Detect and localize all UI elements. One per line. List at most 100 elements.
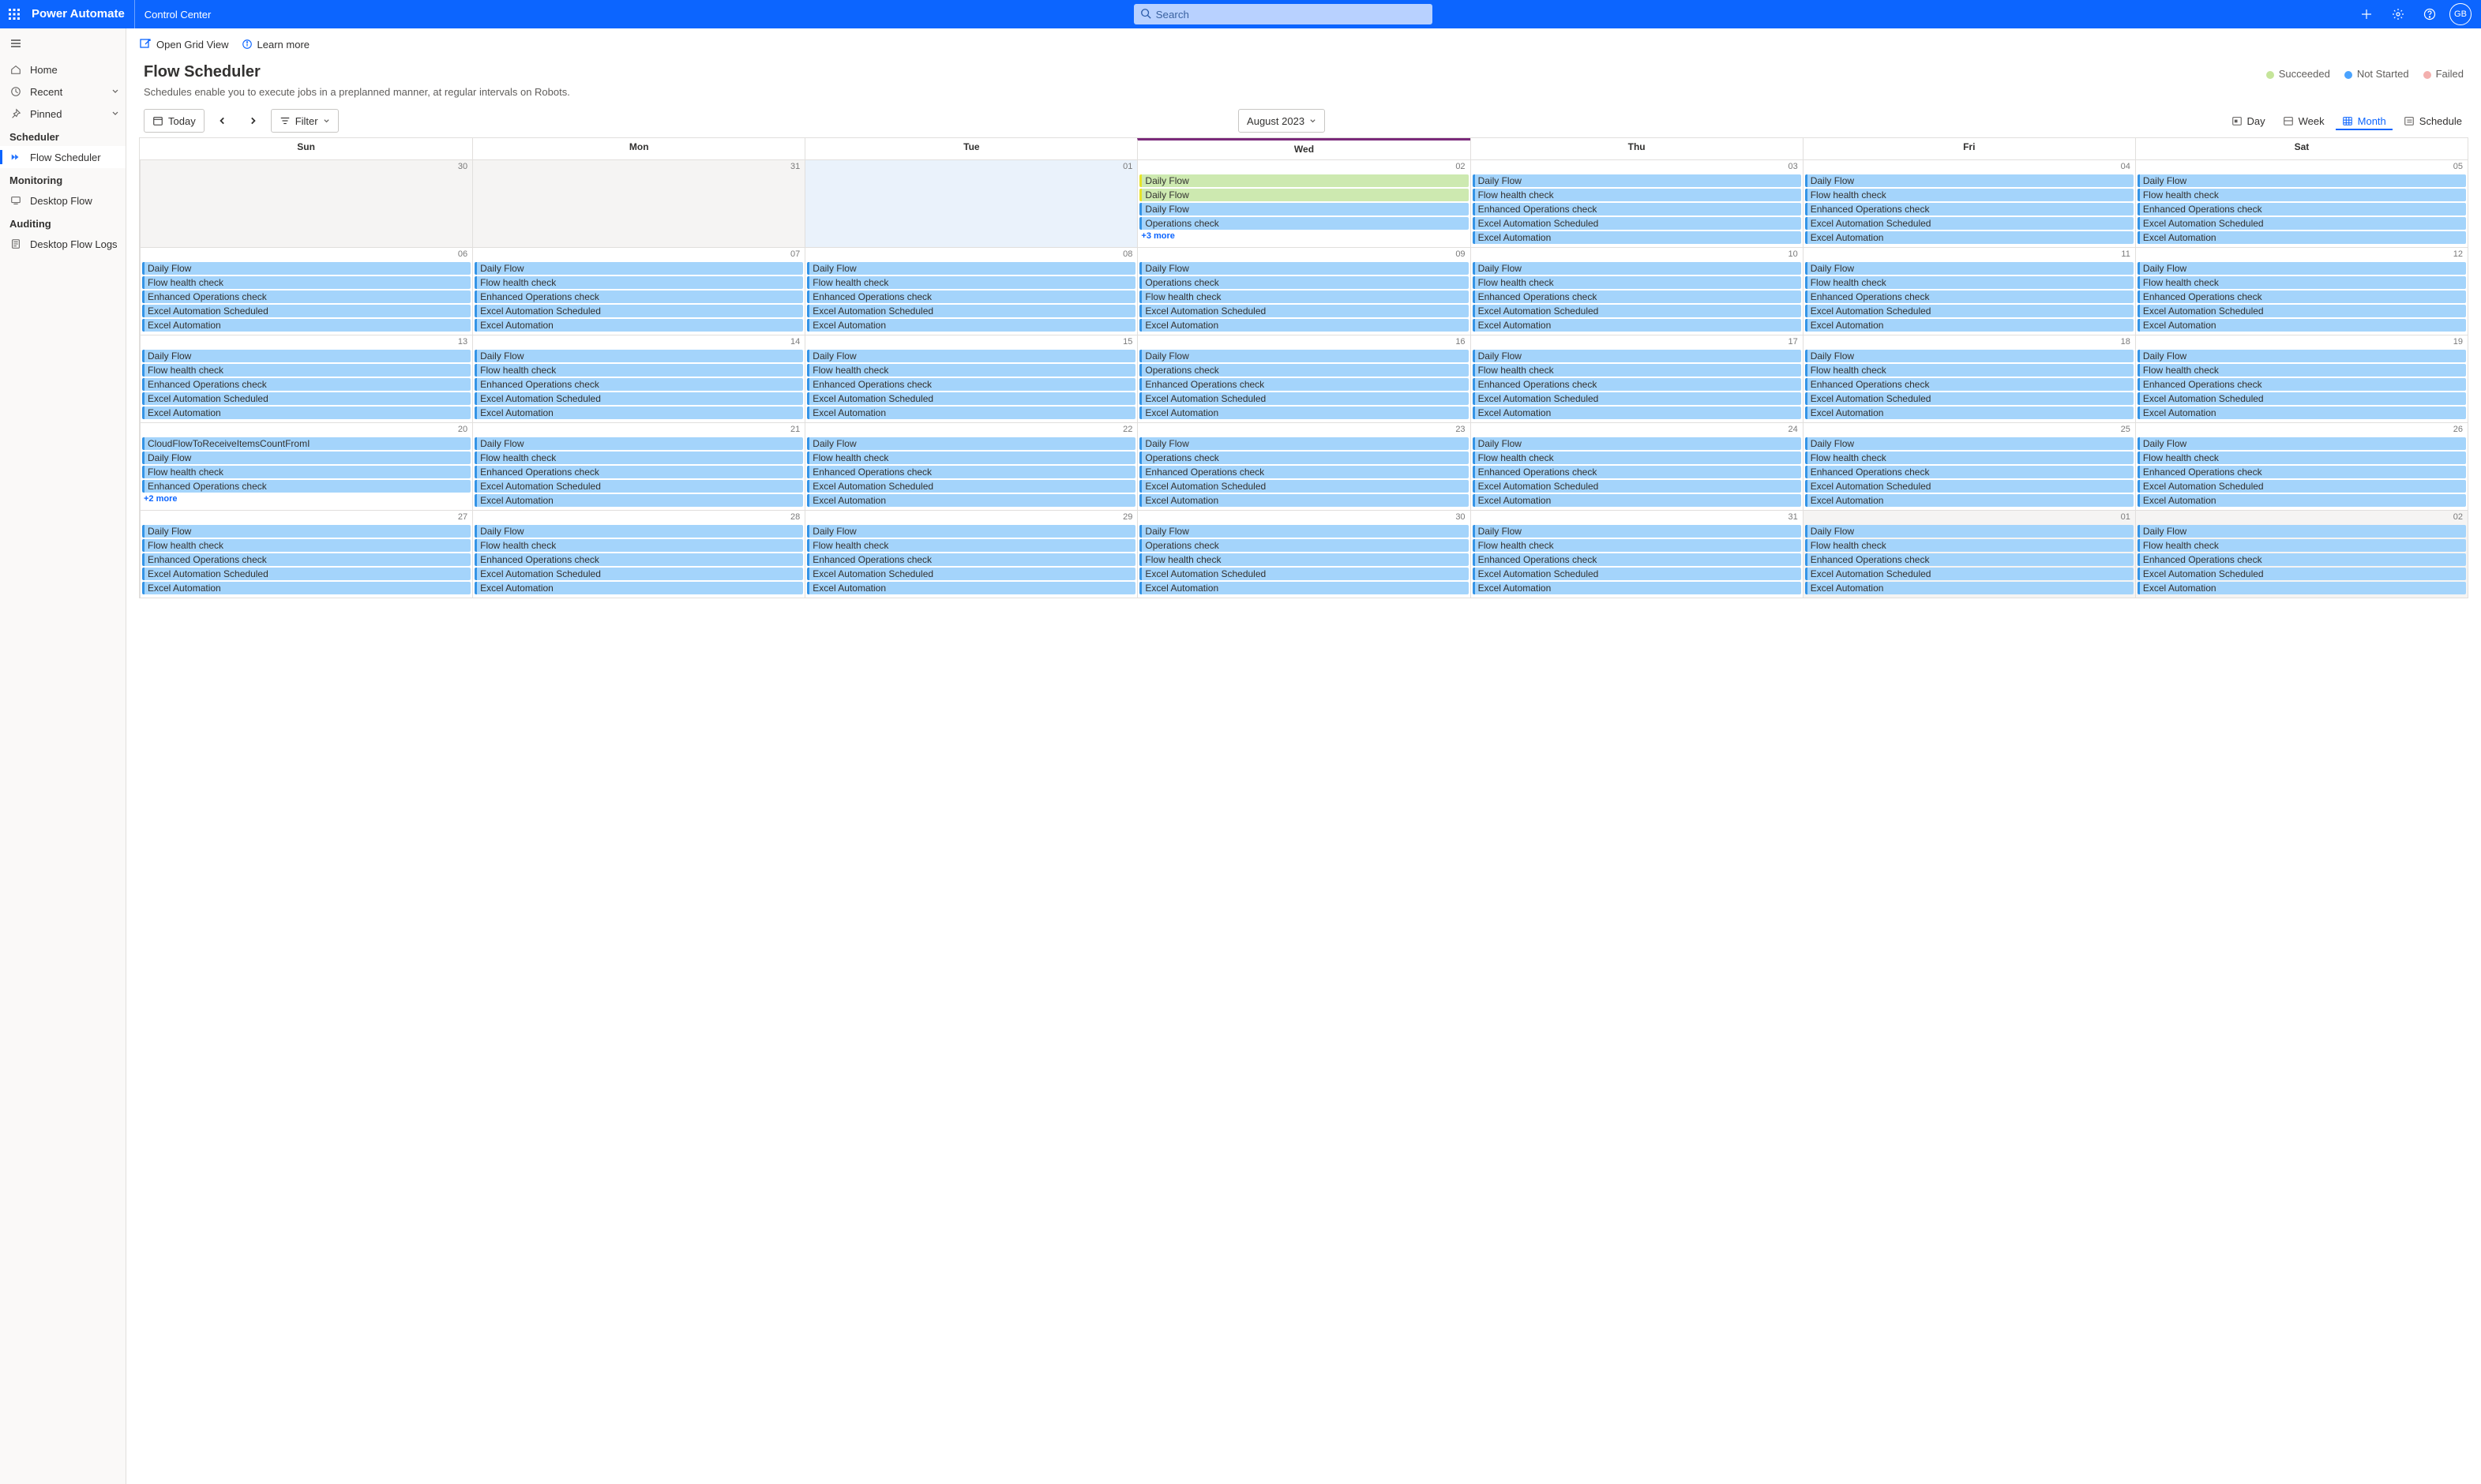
help-icon[interactable] bbox=[2418, 2, 2442, 26]
calendar-event[interactable]: Excel Automation bbox=[1139, 494, 1468, 507]
calendar-event[interactable]: Daily Flow bbox=[1139, 174, 1468, 187]
calendar-event[interactable]: Enhanced Operations check bbox=[142, 480, 471, 493]
calendar-event[interactable]: Excel Automation bbox=[807, 407, 1135, 419]
calendar-event[interactable]: Enhanced Operations check bbox=[142, 290, 471, 303]
calendar-event[interactable]: Flow health check bbox=[1473, 189, 1801, 201]
calendar-cell[interactable]: 10Daily FlowFlow health checkEnhanced Op… bbox=[1470, 247, 1803, 335]
calendar-event[interactable]: Flow health check bbox=[807, 452, 1135, 464]
calendar-event[interactable]: Flow health check bbox=[2138, 364, 2466, 377]
calendar-event[interactable]: Excel Automation bbox=[142, 582, 471, 594]
calendar-event[interactable]: Excel Automation bbox=[2138, 582, 2466, 594]
calendar-event[interactable]: Daily Flow bbox=[142, 262, 471, 275]
calendar-event[interactable]: Flow health check bbox=[2138, 276, 2466, 289]
calendar-event[interactable]: Daily Flow bbox=[1473, 174, 1801, 187]
calendar-event[interactable]: Flow health check bbox=[142, 364, 471, 377]
calendar-event[interactable]: Excel Automation Scheduled bbox=[2138, 568, 2466, 580]
calendar-event[interactable]: Enhanced Operations check bbox=[1805, 466, 2134, 478]
calendar-cell[interactable]: 12Daily FlowFlow health checkEnhanced Op… bbox=[2135, 247, 2468, 335]
calendar-cell[interactable]: 25Daily FlowFlow health checkEnhanced Op… bbox=[1803, 422, 2135, 510]
calendar-event[interactable]: Excel Automation bbox=[807, 494, 1135, 507]
calendar-event[interactable]: Flow health check bbox=[1473, 364, 1801, 377]
calendar-event[interactable]: Excel Automation Scheduled bbox=[1473, 217, 1801, 230]
calendar-event[interactable]: Daily Flow bbox=[475, 350, 803, 362]
calendar-event[interactable]: Excel Automation bbox=[2138, 407, 2466, 419]
calendar-event[interactable]: Daily Flow bbox=[142, 525, 471, 538]
add-icon[interactable] bbox=[2355, 2, 2378, 26]
calendar-event[interactable]: Daily Flow bbox=[1473, 437, 1801, 450]
calendar-event[interactable]: Daily Flow bbox=[1805, 437, 2134, 450]
calendar-event[interactable]: Flow health check bbox=[1139, 290, 1468, 303]
calendar-event[interactable]: Excel Automation bbox=[475, 319, 803, 332]
filter-button[interactable]: Filter bbox=[271, 109, 339, 133]
calendar-event[interactable]: Enhanced Operations check bbox=[807, 290, 1135, 303]
calendar-event[interactable]: Excel Automation Scheduled bbox=[1139, 568, 1468, 580]
calendar-cell[interactable]: 05Daily FlowFlow health checkEnhanced Op… bbox=[2135, 159, 2468, 247]
calendar-event[interactable]: Excel Automation Scheduled bbox=[807, 480, 1135, 493]
calendar-event[interactable]: Excel Automation bbox=[1139, 582, 1468, 594]
calendar-event[interactable]: Excel Automation Scheduled bbox=[1139, 392, 1468, 405]
calendar-event[interactable]: Daily Flow bbox=[2138, 174, 2466, 187]
calendar-event[interactable]: Daily Flow bbox=[1139, 203, 1468, 215]
sidebar-item-desktop-flow[interactable]: Desktop Flow bbox=[0, 189, 126, 212]
calendar-event[interactable]: Enhanced Operations check bbox=[1139, 466, 1468, 478]
calendar-cell[interactable]: 06Daily FlowFlow health checkEnhanced Op… bbox=[140, 247, 472, 335]
calendar-event[interactable]: Excel Automation bbox=[2138, 494, 2466, 507]
calendar-event[interactable]: Excel Automation bbox=[1805, 231, 2134, 244]
calendar-event[interactable]: Excel Automation bbox=[475, 494, 803, 507]
calendar-event[interactable]: Daily Flow bbox=[1805, 350, 2134, 362]
calendar-event[interactable]: Daily Flow bbox=[1805, 525, 2134, 538]
calendar-cell[interactable]: 31Daily FlowFlow health checkEnhanced Op… bbox=[1470, 510, 1803, 598]
sidebar-item-desktop-flow-logs[interactable]: Desktop Flow Logs bbox=[0, 233, 126, 255]
calendar-event[interactable]: Daily Flow bbox=[2138, 262, 2466, 275]
calendar-event[interactable]: Enhanced Operations check bbox=[807, 466, 1135, 478]
calendar-event[interactable]: Excel Automation bbox=[1805, 407, 2134, 419]
calendar-event[interactable]: Enhanced Operations check bbox=[2138, 553, 2466, 566]
calendar-event[interactable]: Daily Flow bbox=[1805, 174, 2134, 187]
calendar-event[interactable]: Excel Automation Scheduled bbox=[1139, 480, 1468, 493]
calendar-event[interactable]: Daily Flow bbox=[1473, 350, 1801, 362]
view-tab-week[interactable]: Week bbox=[2276, 112, 2331, 130]
settings-icon[interactable] bbox=[2386, 2, 2410, 26]
calendar-cell[interactable]: 03Daily FlowFlow health checkEnhanced Op… bbox=[1470, 159, 1803, 247]
calendar-event[interactable]: Excel Automation Scheduled bbox=[807, 568, 1135, 580]
calendar-event[interactable]: Enhanced Operations check bbox=[1805, 378, 2134, 391]
calendar-cell[interactable]: 11Daily FlowFlow health checkEnhanced Op… bbox=[1803, 247, 2135, 335]
calendar-event[interactable]: Enhanced Operations check bbox=[2138, 203, 2466, 215]
calendar-event[interactable]: Flow health check bbox=[2138, 539, 2466, 552]
calendar-event[interactable]: Excel Automation Scheduled bbox=[2138, 392, 2466, 405]
calendar-event[interactable]: Flow health check bbox=[807, 539, 1135, 552]
calendar-event[interactable]: Flow health check bbox=[1139, 553, 1468, 566]
open-grid-view-link[interactable]: Open Grid View bbox=[139, 38, 229, 51]
calendar-event[interactable]: Excel Automation Scheduled bbox=[1805, 392, 2134, 405]
view-tab-schedule[interactable]: Schedule bbox=[2397, 112, 2468, 130]
calendar-event[interactable]: Flow health check bbox=[475, 539, 803, 552]
calendar-event[interactable]: Flow health check bbox=[142, 466, 471, 478]
view-tab-month[interactable]: Month bbox=[2336, 112, 2393, 130]
calendar-event[interactable]: Excel Automation bbox=[1805, 319, 2134, 332]
calendar-event[interactable]: Flow health check bbox=[1473, 452, 1801, 464]
calendar-event[interactable]: Enhanced Operations check bbox=[475, 290, 803, 303]
calendar-event[interactable]: Excel Automation Scheduled bbox=[2138, 480, 2466, 493]
calendar-event[interactable]: Daily Flow bbox=[1473, 262, 1801, 275]
calendar-event[interactable]: Flow health check bbox=[807, 364, 1135, 377]
calendar-event[interactable]: Daily Flow bbox=[1473, 525, 1801, 538]
calendar-cell[interactable]: 30Daily FlowOperations checkFlow health … bbox=[1137, 510, 1469, 598]
calendar-event[interactable]: Flow health check bbox=[1805, 364, 2134, 377]
month-selector[interactable]: August 2023 bbox=[1238, 109, 1325, 133]
calendar-event[interactable]: Operations check bbox=[1139, 364, 1468, 377]
calendar-event[interactable]: Enhanced Operations check bbox=[2138, 290, 2466, 303]
calendar-cell[interactable]: 31 bbox=[472, 159, 805, 247]
calendar-cell[interactable]: 07Daily FlowFlow health checkEnhanced Op… bbox=[472, 247, 805, 335]
calendar-event[interactable]: Excel Automation Scheduled bbox=[475, 568, 803, 580]
calendar-event[interactable]: Enhanced Operations check bbox=[1805, 203, 2134, 215]
calendar-cell[interactable]: 18Daily FlowFlow health checkEnhanced Op… bbox=[1803, 335, 2135, 422]
calendar-event[interactable]: Flow health check bbox=[1473, 276, 1801, 289]
calendar-cell[interactable]: 09Daily FlowOperations checkFlow health … bbox=[1137, 247, 1469, 335]
calendar-event[interactable]: Enhanced Operations check bbox=[2138, 378, 2466, 391]
calendar-event[interactable]: Excel Automation Scheduled bbox=[1139, 305, 1468, 317]
calendar-event[interactable]: Daily Flow bbox=[1139, 525, 1468, 538]
calendar-event[interactable]: Excel Automation bbox=[1473, 582, 1801, 594]
calendar-cell[interactable]: 22Daily FlowFlow health checkEnhanced Op… bbox=[805, 422, 1137, 510]
calendar-cell[interactable]: 27Daily FlowFlow health checkEnhanced Op… bbox=[140, 510, 472, 598]
search-input[interactable] bbox=[1134, 4, 1432, 24]
